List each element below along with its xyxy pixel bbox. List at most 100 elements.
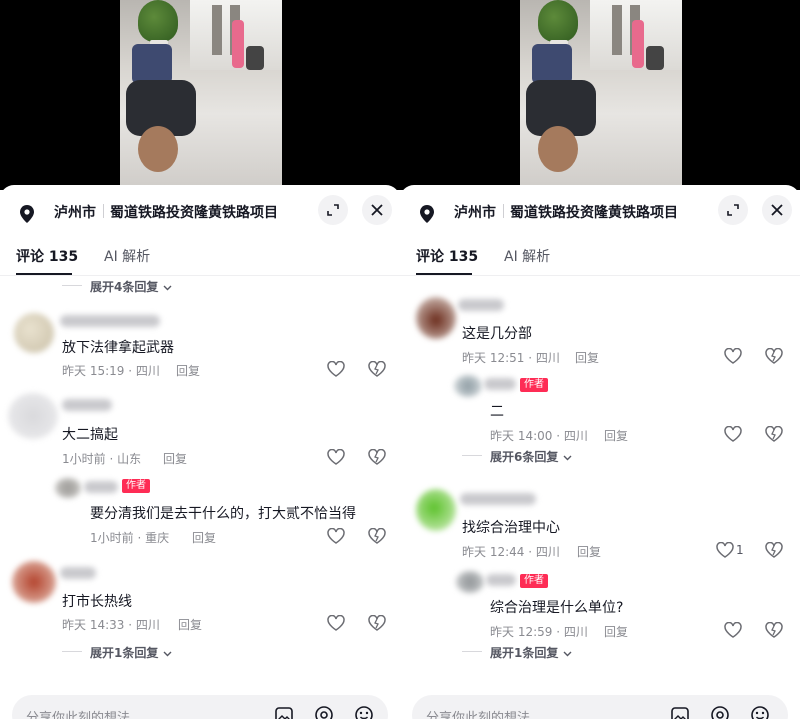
collapse-button[interactable] — [718, 195, 748, 225]
comment-input-bar[interactable]: 分享你此刻的想法 — [12, 695, 388, 719]
comment-meta: 昨天 12:51 · 四川 — [462, 351, 560, 365]
sheet-tabs: 评论 135 AI 解析 — [0, 240, 400, 276]
avatar[interactable] — [456, 571, 484, 593]
avatar[interactable] — [454, 375, 482, 397]
dislike-icon[interactable] — [368, 361, 386, 377]
avatar[interactable] — [416, 489, 456, 531]
comment-text: 大二搞起 — [62, 427, 118, 443]
tab-comments[interactable]: 评论 135 — [16, 246, 78, 266]
expand-replies-button[interactable]: 展开1条回复 — [90, 644, 172, 661]
mention-icon[interactable] — [710, 705, 730, 719]
expand-replies-button[interactable]: 展开6条回复 — [490, 448, 572, 465]
like-icon[interactable] — [724, 426, 742, 442]
comment-input-placeholder[interactable]: 分享你此刻的想法 — [426, 707, 530, 719]
like-icon[interactable] — [716, 542, 734, 558]
dislike-icon[interactable] — [765, 622, 783, 638]
dislike-icon[interactable] — [368, 449, 386, 465]
dislike-icon[interactable] — [765, 348, 783, 364]
tab-ai-analysis[interactable]: AI 解析 — [504, 246, 550, 266]
reply-button[interactable]: 回复 — [163, 450, 187, 467]
like-icon[interactable] — [327, 615, 345, 631]
avatar[interactable] — [14, 313, 54, 353]
video-player[interactable] — [0, 0, 400, 190]
reply-button[interactable]: 回复 — [575, 349, 599, 366]
author-badge: 作者 — [520, 574, 548, 588]
tab-ai-analysis[interactable]: AI 解析 — [104, 246, 150, 266]
image-icon[interactable] — [274, 705, 294, 719]
tab-comments[interactable]: 评论 135 — [416, 246, 478, 266]
close-icon — [771, 204, 783, 216]
collapse-button[interactable] — [318, 195, 348, 225]
video-plant — [138, 0, 178, 42]
reply-button[interactable]: 回复 — [178, 616, 202, 633]
dislike-icon[interactable] — [368, 528, 386, 544]
sheet-header: 泸州市 蜀道铁路投资隆黄铁路项目 — [400, 185, 800, 235]
expand-divider — [62, 651, 82, 652]
close-button[interactable] — [762, 195, 792, 225]
location-divider — [103, 204, 104, 218]
commenter-name[interactable] — [84, 481, 118, 493]
avatar[interactable] — [12, 561, 56, 603]
video-red-sign — [262, 0, 282, 30]
location-name[interactable]: 蜀道铁路投资隆黄铁路项目 — [510, 202, 678, 222]
expand-replies-label: 展开1条回复 — [90, 646, 159, 660]
like-icon[interactable] — [327, 361, 345, 377]
like-icon[interactable] — [724, 622, 742, 638]
comment-sheet: 泸州市 蜀道铁路投资隆黄铁路项目 评论 135 AI 解析 这是几分部 昨天 1… — [400, 185, 800, 719]
reply-button[interactable]: 回复 — [604, 623, 628, 640]
like-icon[interactable] — [724, 348, 742, 364]
image-icon[interactable] — [670, 705, 690, 719]
right-panel: 泸州市 蜀道铁路投资隆黄铁路项目 评论 135 AI 解析 这是几分部 昨天 1… — [400, 0, 800, 719]
collapse-icon — [327, 204, 339, 216]
location-pin-icon — [420, 205, 434, 223]
comment-text: 放下法律拿起武器 — [62, 340, 174, 356]
location-divider — [503, 204, 504, 218]
comment-list[interactable]: 这是几分部 昨天 12:51 · 四川 回复 作者 二 昨天 14:00 · 四… — [400, 277, 800, 687]
location-name[interactable]: 蜀道铁路投资隆黄铁路项目 — [110, 202, 278, 222]
video-bystanders — [220, 20, 266, 78]
expand-replies-button[interactable]: 展开4条回复 — [90, 278, 172, 295]
mention-icon[interactable] — [314, 705, 334, 719]
commenter-name[interactable] — [486, 574, 516, 586]
dislike-icon[interactable] — [368, 615, 386, 631]
emoji-icon[interactable] — [354, 705, 374, 719]
dislike-icon[interactable] — [765, 426, 783, 442]
commenter-name[interactable] — [484, 378, 516, 390]
comment-meta: 昨天 12:59 · 四川 — [490, 625, 588, 639]
location-city[interactable]: 泸州市 — [54, 202, 96, 222]
video-player[interactable] — [400, 0, 800, 190]
reply-button[interactable]: 回复 — [577, 543, 601, 560]
location-pin-icon — [20, 205, 34, 223]
sheet-header: 泸州市 蜀道铁路投资隆黄铁路项目 — [0, 185, 400, 235]
commenter-name[interactable] — [458, 299, 504, 311]
comment-input-bar[interactable]: 分享你此刻的想法 — [412, 695, 788, 719]
avatar[interactable] — [416, 297, 456, 339]
like-icon[interactable] — [327, 528, 345, 544]
commenter-name[interactable] — [60, 315, 160, 327]
close-button[interactable] — [362, 195, 392, 225]
reply-button[interactable]: 回复 — [176, 362, 200, 379]
commenter-name[interactable] — [60, 567, 96, 579]
dislike-icon[interactable] — [765, 542, 783, 558]
expand-replies-button[interactable]: 展开1条回复 — [490, 644, 572, 661]
comment-text: 找综合治理中心 — [462, 520, 560, 536]
commenter-name[interactable] — [62, 399, 112, 411]
left-panel: 泸州市 蜀道铁路投资隆黄铁路项目 评论 135 AI 解析 展开4条回复 放下法… — [0, 0, 400, 719]
video-person — [520, 44, 596, 184]
comment-meta: 昨天 15:19 · 四川 — [62, 364, 160, 378]
sheet-tabs: 评论 135 AI 解析 — [400, 240, 800, 276]
avatar[interactable] — [8, 393, 58, 439]
like-icon[interactable] — [327, 449, 345, 465]
expand-divider — [462, 455, 482, 456]
reply-button[interactable]: 回复 — [604, 427, 628, 444]
comment-list[interactable]: 展开4条回复 放下法律拿起武器 昨天 15:19 · 四川 回复 大二搞起 1小… — [0, 277, 400, 687]
comment-input-placeholder[interactable]: 分享你此刻的想法 — [26, 707, 130, 719]
comment-text: 二 — [490, 404, 504, 420]
avatar[interactable] — [55, 478, 81, 498]
emoji-icon[interactable] — [750, 705, 770, 719]
reply-button[interactable]: 回复 — [192, 529, 216, 546]
expand-replies-label: 展开1条回复 — [490, 646, 559, 660]
location-city[interactable]: 泸州市 — [454, 202, 496, 222]
commenter-name[interactable] — [460, 493, 536, 505]
author-badge: 作者 — [122, 479, 150, 493]
